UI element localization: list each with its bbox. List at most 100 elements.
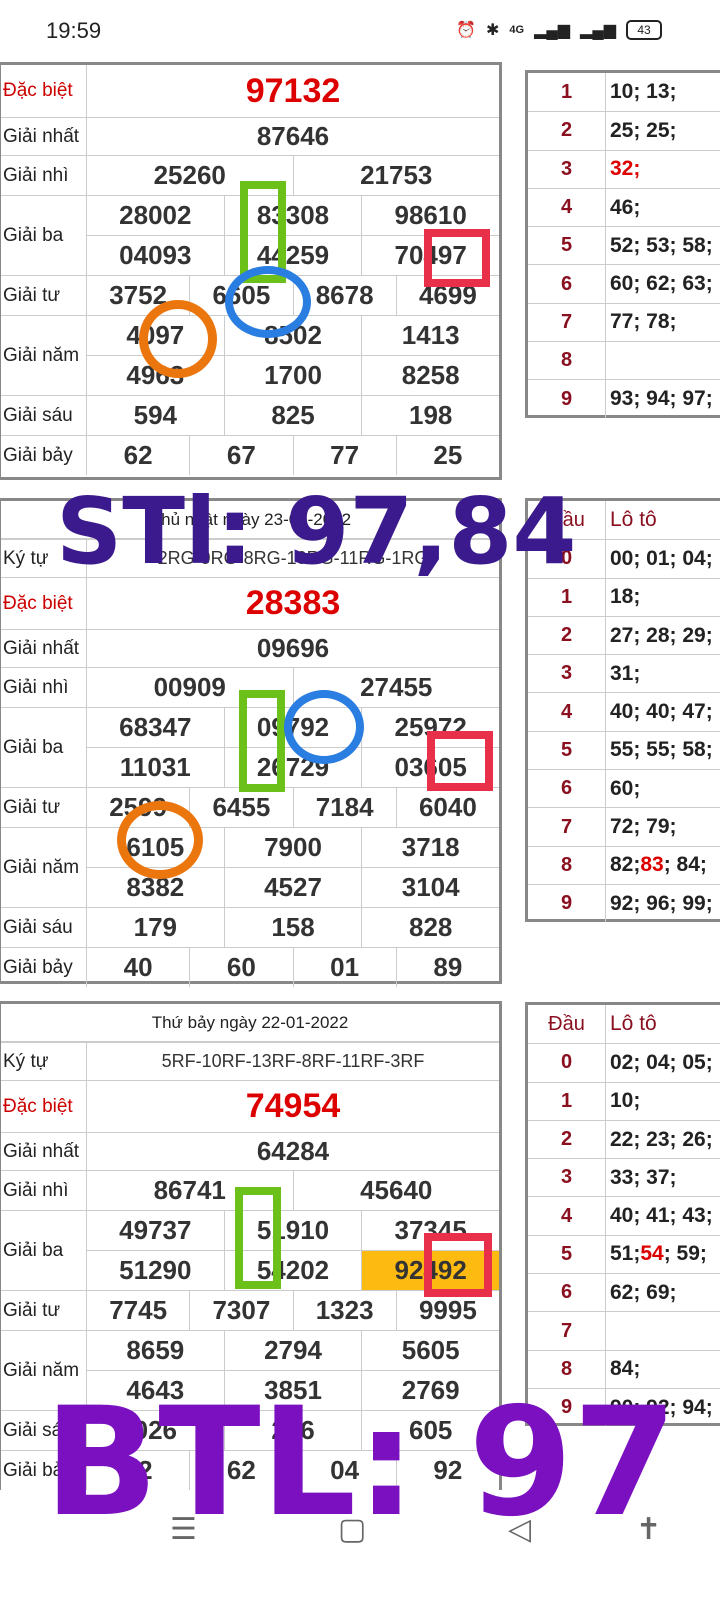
prize-4-value: 7745 [109, 1295, 168, 1325]
status-icons: ⏰ ✱ 4G ▂▄▆ ▂▄▆ 43 [456, 20, 662, 40]
row-giai-nam: Giải năm 6105 7900 3718 8382 4527 3104 [1, 827, 499, 907]
row-giai-bay: Giải bảy 40 60 01 89 [1, 947, 499, 987]
status-bar: 19:59 ⏰ ✱ 4G ▂▄▆ ▂▄▆ 43 [0, 0, 720, 62]
row-dac-biet: Đặc biệt 74954 [1, 1080, 499, 1132]
label-dac-biet: Đặc biệt [1, 65, 87, 117]
prize-7-value: 77 [292, 436, 396, 475]
loto-part: ; 84; [663, 853, 707, 877]
loto-values: 25; 25; [610, 118, 677, 142]
prize-4-value: 7184 [292, 788, 396, 827]
loto-head: 7 [528, 303, 606, 342]
prize-1: 64284 [256, 1136, 330, 1166]
loto-head: 8 [528, 342, 606, 380]
loto-values: 40; 41; 43; [610, 1204, 713, 1228]
accessibility-icon[interactable]: ✝ [636, 1512, 661, 1547]
label-giai-tu: Giải tư [1, 276, 87, 315]
loto-values: 00; 01; 04; [610, 546, 713, 570]
label-giai-nhat: Giải nhất [1, 118, 87, 155]
menu-icon[interactable]: ☰ [170, 1512, 197, 1547]
loto-values: 02; 04; 05; [610, 1050, 713, 1074]
loto-header-loto: Lô tô [610, 1012, 657, 1036]
prize-7-value: 40 [123, 952, 153, 982]
prize-3-value: 68347 [119, 712, 192, 742]
prize-6-value: 594 [133, 400, 178, 430]
row-ky-tu: Ký tự 5RF-10RF-13RF-8RF-11RF-3RF [1, 1042, 499, 1080]
loto-header-dau: Đầu [528, 1005, 606, 1044]
network-type-icon: 4G [509, 24, 525, 36]
label-giai-nam: Giải năm [1, 316, 87, 395]
loto-values: 18; [610, 585, 641, 609]
back-icon[interactable]: ◁ [508, 1512, 531, 1547]
loto-values: 51; 54; 59; [606, 1236, 720, 1273]
loto-head: 9 [528, 380, 606, 418]
stl-overlay-text: STl: 97,84 [56, 478, 577, 585]
label-giai-nhi: Giải nhì [1, 1171, 87, 1210]
prize-5-value: 4527 [223, 868, 362, 907]
label-ky-tu: Ký tự [1, 1043, 87, 1080]
prize-3-value: 04093 [119, 240, 192, 270]
loto-part: ; 59; [663, 1242, 707, 1266]
loto-head: 6 [528, 1274, 606, 1312]
label-giai-sau: Giải sáu [1, 908, 87, 947]
prize-7-value: 89 [395, 948, 499, 987]
green-highlight-box [239, 690, 285, 792]
label-giai-bay: Giải bảy [1, 948, 87, 987]
alarm-icon: ⏰ [456, 22, 476, 39]
label-dac-biet: Đặc biệt [1, 578, 87, 629]
row-dac-biet: Đặc biệt 97132 [1, 65, 499, 117]
loto-header-loto: Lô tô [610, 508, 657, 532]
loto-head: 6 [528, 770, 606, 808]
loto-values: 31; [610, 661, 641, 685]
label-giai-ba: Giải ba [1, 1211, 87, 1290]
prize-6-value: 158 [223, 908, 362, 947]
loto-values: 92; 96; 99; [610, 891, 713, 915]
loto-head: 0 [528, 1044, 606, 1082]
label-giai-sau: Giải sáu [1, 396, 87, 435]
navigation-bar: ☰ ▢ ◁ ✝ [0, 1490, 720, 1600]
prize-5-value: 1413 [361, 316, 499, 355]
loto-head: 4 [528, 188, 606, 227]
prize-7-value: 67 [189, 436, 292, 475]
prize-4-value: 7307 [189, 1291, 292, 1330]
loto-head: 5 [528, 227, 606, 265]
loto-values [606, 1312, 720, 1349]
prize-5-value: 5605 [361, 1331, 499, 1370]
blue-highlight-circle [284, 690, 364, 764]
orange-highlight-circle [117, 801, 203, 879]
loto-head: 3 [528, 1159, 606, 1197]
home-icon[interactable]: ▢ [338, 1512, 366, 1547]
label-giai-bay: Giải bảy [1, 436, 87, 475]
loto-values: 40; 40; 47; [610, 700, 713, 724]
loto-values: 55; 55; 58; [610, 738, 713, 762]
prize-1: 09696 [256, 633, 330, 663]
loto-values: 60; 62; 63; [610, 272, 713, 296]
row-giai-sau: Giải sáu 594 825 198 [1, 395, 499, 435]
loto-values: 52; 53; 58; [610, 233, 713, 257]
prize-7-value: 01 [292, 948, 396, 987]
row-giai-sau: Giải sáu 179 158 828 [1, 907, 499, 947]
orange-highlight-circle [139, 300, 217, 378]
battery-icon: 43 [626, 20, 662, 40]
prize-7-value: 62 [123, 440, 153, 470]
prize-7-value: 25 [395, 436, 499, 475]
loto-head: 9 [528, 884, 606, 923]
prize-4-value: 6455 [189, 788, 292, 827]
special-prize: 97132 [245, 71, 341, 110]
signal-icon-2: ▂▄▆ [580, 22, 616, 39]
loto-head: 5 [528, 731, 606, 770]
loto-values: 60; [610, 776, 641, 800]
loto-part: 82; [610, 853, 641, 877]
loto-values: 32; [606, 151, 720, 188]
prize-4-value: 1323 [292, 1291, 396, 1330]
label-giai-tu: Giải tư [1, 1291, 87, 1330]
label-giai-nhat: Giải nhất [1, 1133, 87, 1170]
loto-head: 4 [528, 1197, 606, 1235]
row-giai-nhat: Giải nhất 09696 [1, 629, 499, 667]
loto-values: 62; 69; [610, 1280, 677, 1304]
loto-head: 7 [528, 808, 606, 846]
loto-values: 82; 83; 84; [606, 847, 720, 884]
loto-head: 4 [528, 693, 606, 731]
prize-1: 87646 [256, 121, 330, 151]
loto-values: 93; 94; 97; [610, 387, 713, 411]
label-giai-nhi: Giải nhì [1, 668, 87, 707]
